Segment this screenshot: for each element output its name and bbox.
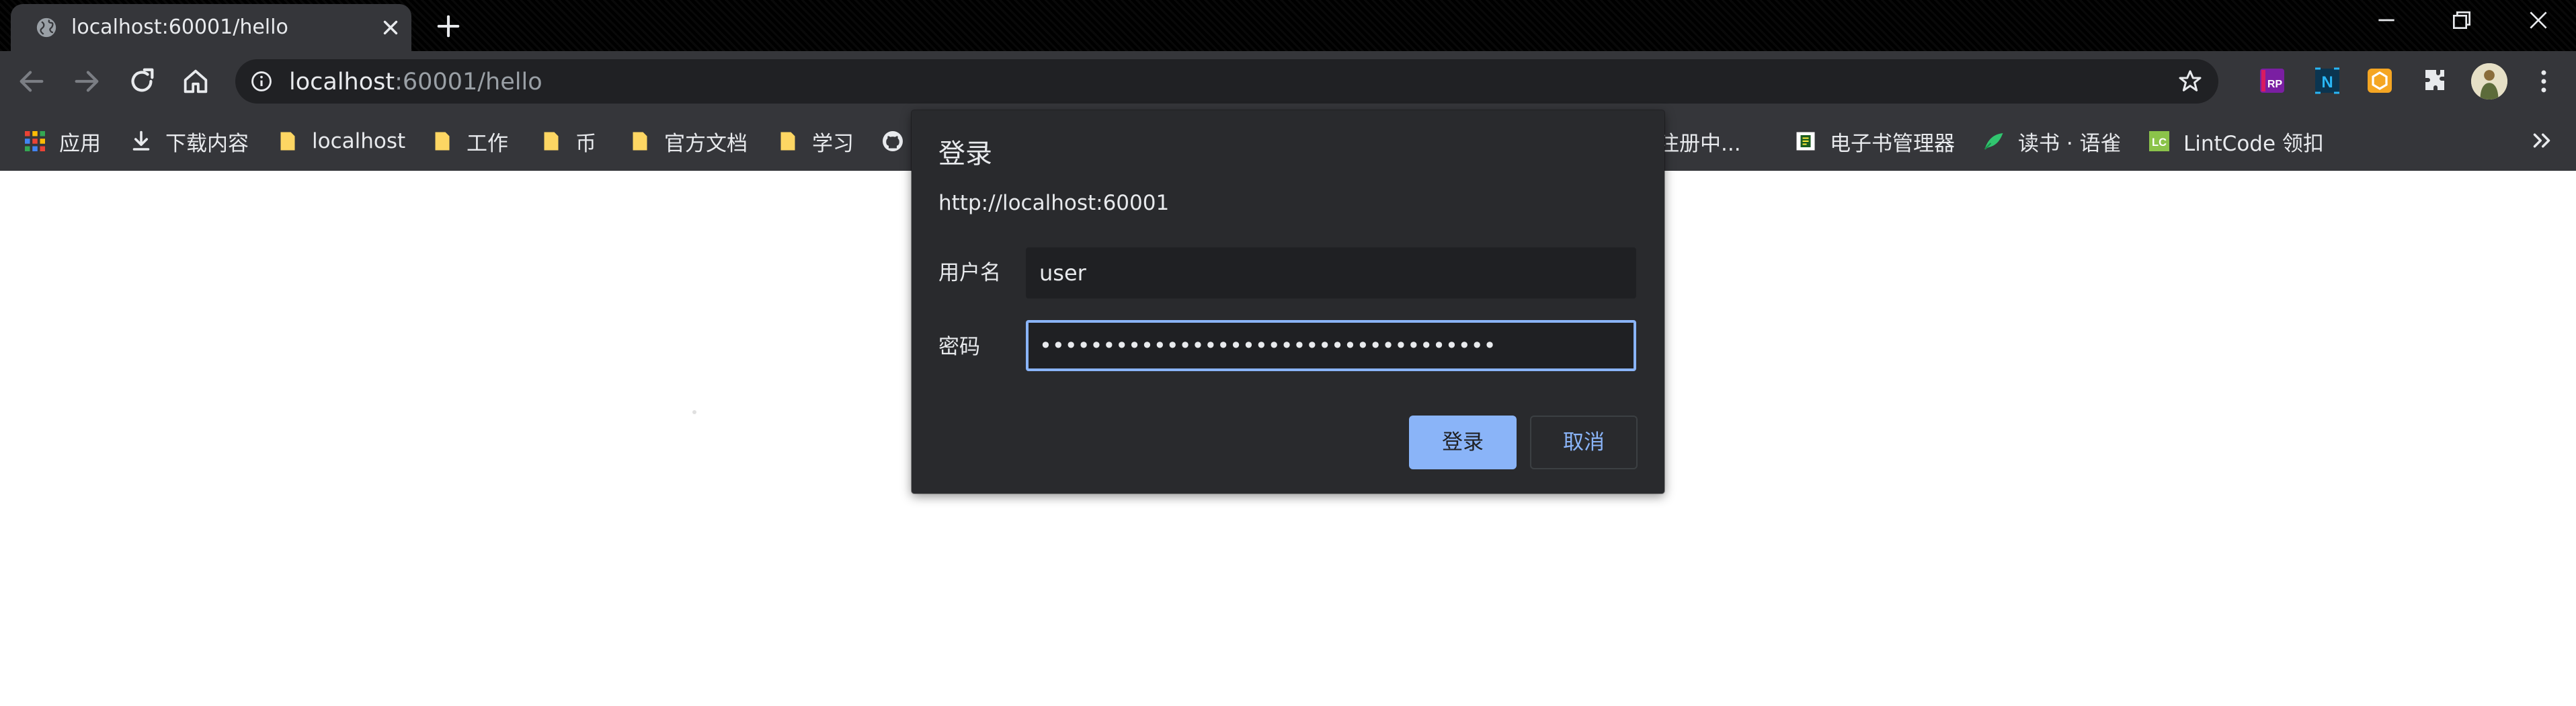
- close-tab-icon[interactable]: [379, 16, 402, 39]
- bookmark-label: 应用: [59, 131, 101, 156]
- github-icon: [883, 131, 903, 151]
- bookmark-downloads[interactable]: 下载内容: [129, 112, 249, 171]
- bookmark-folder-work[interactable]: 工作: [430, 112, 508, 171]
- bookmark-label: 下载内容: [165, 131, 249, 156]
- folder-icon: [435, 132, 450, 151]
- username-label: 用户名: [938, 261, 1001, 285]
- password-label: 密码: [938, 335, 980, 359]
- close-window-icon[interactable]: [2525, 7, 2552, 34]
- folder-icon: [280, 132, 295, 151]
- tab-strip: localhost:60001/hello: [0, 0, 2576, 51]
- bookmark-label: 工作: [467, 131, 508, 156]
- browser-window: localhost:60001/hello localhost:60001/he…: [0, 0, 2576, 706]
- login-dialog: 登录 http://localhost:60001 用户名 user 密码 ••…: [912, 110, 1664, 494]
- url-host: localhost: [289, 69, 395, 95]
- svg-text:N: N: [2321, 73, 2333, 91]
- bookmark-label: localhost: [312, 129, 406, 153]
- bookmark-star-icon[interactable]: [2177, 68, 2204, 95]
- address-bar[interactable]: localhost:60001/hello: [235, 59, 2218, 104]
- ebook-icon: [1796, 132, 1815, 151]
- bookmark-yuque[interactable]: 读书 · 语雀: [1982, 112, 2122, 171]
- folder-icon: [780, 132, 795, 151]
- svg-text:LC: LC: [2152, 136, 2167, 149]
- bookmark-ebook-manager[interactable]: 电子书管理器: [1794, 112, 1955, 171]
- n-extension-icon[interactable]: N: [2311, 65, 2343, 97]
- url-text[interactable]: localhost:60001/hello: [289, 69, 542, 95]
- yuque-bird-icon: [1984, 133, 2003, 150]
- profile-avatar[interactable]: [2471, 63, 2507, 100]
- folder-icon: [544, 132, 559, 151]
- page-content: [692, 410, 696, 414]
- minimize-icon[interactable]: [2373, 7, 2400, 34]
- extensions-puzzle-icon[interactable]: [2419, 65, 2451, 97]
- dialog-title: 登录: [938, 139, 992, 169]
- password-field[interactable]: ••••••••••••••••••••••••••••••••••••: [1026, 320, 1636, 371]
- bookmark-lintcode[interactable]: LC LintCode 领扣: [2147, 112, 2324, 171]
- bookmark-github[interactable]: [881, 112, 905, 171]
- back-arrow-icon[interactable]: [16, 66, 47, 97]
- restore-icon[interactable]: [2448, 7, 2475, 34]
- login-button[interactable]: 登录: [1409, 416, 1517, 469]
- new-tab-icon[interactable]: [436, 13, 461, 39]
- lintcode-icon: LC: [2149, 131, 2169, 151]
- bookmark-apps[interactable]: 应用: [23, 112, 101, 171]
- folder-icon: [633, 132, 647, 151]
- bookmark-folder-study[interactable]: 学习: [776, 112, 854, 171]
- globe-icon: [36, 17, 56, 38]
- home-icon[interactable]: [180, 66, 211, 97]
- more-bookmarks-chevron-icon[interactable]: [2528, 126, 2556, 155]
- cancel-button[interactable]: 取消: [1530, 416, 1638, 469]
- url-path: :60001/hello: [395, 69, 542, 95]
- username-field[interactable]: user: [1026, 247, 1636, 299]
- bookmark-folder-coin[interactable]: 币: [539, 112, 596, 171]
- bookmark-label: 官方文档: [664, 131, 748, 156]
- tab-title: localhost:60001/hello: [71, 15, 288, 39]
- dialog-origin: http://localhost:60001: [938, 191, 1170, 215]
- svg-text:RP: RP: [2267, 79, 2283, 90]
- site-info-icon[interactable]: [250, 70, 273, 93]
- bookmark-label: LintCode 领扣: [2183, 131, 2324, 156]
- forward-arrow-icon[interactable]: [71, 66, 102, 97]
- axure-rp-extension-icon[interactable]: RP: [2256, 65, 2288, 97]
- bookmark-label: 读书 · 语雀: [2018, 131, 2122, 156]
- reload-icon[interactable]: [126, 66, 157, 97]
- bookmark-label: 学习: [812, 131, 854, 156]
- download-icon: [132, 130, 150, 151]
- bookmark-label: 电子书管理器: [1830, 131, 1955, 156]
- apps-grid-icon: [25, 131, 45, 151]
- browser-tab[interactable]: localhost:60001/hello: [11, 4, 411, 51]
- orange-extension-icon[interactable]: [2364, 65, 2396, 97]
- avatar-image: [2471, 63, 2507, 100]
- bookmark-folder-docs[interactable]: 官方文档: [628, 112, 748, 171]
- bookmark-label: 币: [575, 131, 596, 156]
- toolbar: localhost:60001/hello RP N: [0, 51, 2576, 112]
- menu-dots-icon[interactable]: [2529, 66, 2559, 97]
- bookmark-folder-localhost[interactable]: localhost: [276, 112, 405, 171]
